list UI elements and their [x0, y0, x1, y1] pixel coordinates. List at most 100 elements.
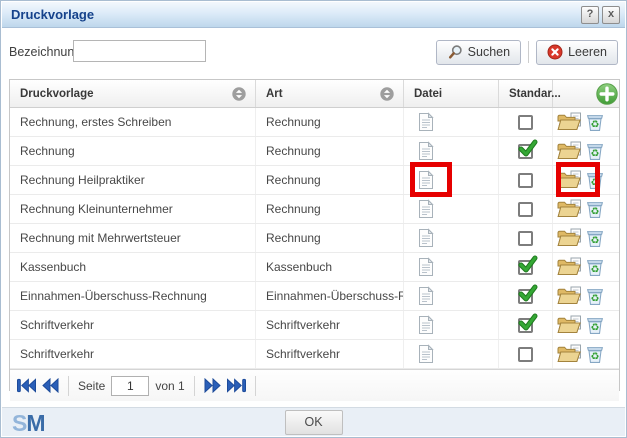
open-folder-icon[interactable] — [556, 344, 582, 364]
file-icon[interactable] — [418, 199, 434, 219]
table-row[interactable]: Rechnung Kleinunternehmer Rechnung — [10, 195, 619, 224]
standard-checkbox[interactable] — [518, 289, 533, 304]
file-icon[interactable] — [418, 257, 434, 277]
cell-art[interactable]: Rechnung — [256, 166, 404, 194]
cell-datei — [404, 282, 499, 310]
cell-druckvorlage[interactable]: Rechnung, erstes Schreiben — [10, 108, 256, 136]
cell-art[interactable]: Rechnung — [256, 108, 404, 136]
cell-art[interactable]: Schriftverkehr — [256, 340, 404, 368]
ok-button[interactable]: OK — [285, 410, 343, 435]
cell-actions: ♻ — [553, 340, 619, 368]
cell-druckvorlage[interactable]: Rechnung Kleinunternehmer — [10, 195, 256, 223]
last-page-icon[interactable] — [227, 378, 246, 393]
template-name: Rechnung Kleinunternehmer — [10, 202, 173, 216]
close-button[interactable]: x — [602, 6, 620, 24]
previous-page-icon[interactable] — [42, 378, 59, 393]
table-row[interactable]: Einnahmen-Überschuss-Rechnung Einnahmen-… — [10, 282, 619, 311]
cell-art[interactable]: Kassenbuch — [256, 253, 404, 281]
standard-checkbox[interactable] — [518, 144, 533, 159]
table-row[interactable]: Rechnung Heilpraktiker Rechnung — [10, 166, 619, 195]
svg-text:♻: ♻ — [591, 294, 600, 305]
cell-druckvorlage[interactable]: Rechnung Heilpraktiker — [10, 166, 256, 194]
cell-druckvorlage[interactable]: Schriftverkehr — [10, 311, 256, 339]
template-art: Rechnung — [256, 144, 321, 158]
cell-actions: ♻ — [553, 224, 619, 252]
table-row[interactable]: Schriftverkehr Schriftverkehr — [10, 311, 619, 340]
file-icon[interactable] — [418, 286, 434, 306]
template-art: Kassenbuch — [256, 260, 332, 274]
delete-icon[interactable]: ♻ — [585, 112, 605, 132]
standard-checkbox[interactable] — [518, 318, 533, 333]
cell-art[interactable]: Einnahmen-Überschuss-Rec... — [256, 282, 404, 310]
grid-header: Druckvorlage Art — [10, 80, 619, 108]
cell-art[interactable]: Schriftverkehr — [256, 311, 404, 339]
cell-art[interactable]: Rechnung — [256, 224, 404, 252]
cell-druckvorlage[interactable]: Rechnung mit Mehrwertsteuer — [10, 224, 256, 252]
delete-icon[interactable]: ♻ — [585, 315, 605, 335]
file-icon[interactable] — [418, 112, 434, 132]
table-row[interactable]: Kassenbuch Kassenbuch — [10, 253, 619, 282]
standard-checkbox[interactable] — [518, 260, 533, 275]
bezeichnung-input[interactable] — [73, 40, 206, 62]
delete-icon[interactable]: ♻ — [585, 228, 605, 248]
cell-druckvorlage[interactable]: Schriftverkehr — [10, 340, 256, 368]
delete-icon[interactable]: ♻ — [585, 344, 605, 364]
delete-icon[interactable]: ♻ — [585, 170, 605, 190]
standard-checkbox[interactable] — [518, 347, 533, 362]
next-page-icon[interactable] — [204, 378, 221, 393]
sort-icon[interactable] — [380, 87, 394, 101]
clear-icon — [547, 44, 563, 60]
delete-icon[interactable]: ♻ — [585, 286, 605, 306]
add-template-icon[interactable] — [596, 83, 618, 105]
delete-icon[interactable]: ♻ — [585, 257, 605, 277]
column-header-art[interactable]: Art — [256, 80, 404, 107]
template-name: Schriftverkehr — [10, 318, 94, 332]
first-page-icon[interactable] — [17, 378, 36, 393]
standard-checkbox[interactable] — [518, 202, 533, 217]
column-header-standard[interactable]: Standar... — [499, 80, 553, 107]
file-icon[interactable] — [418, 315, 434, 335]
cell-standard — [499, 108, 553, 136]
cell-actions: ♻ — [553, 311, 619, 339]
standard-checkbox[interactable] — [518, 115, 533, 130]
table-row[interactable]: Rechnung, erstes Schreiben Rechnung — [10, 108, 619, 137]
open-folder-icon[interactable] — [556, 112, 582, 132]
help-button[interactable]: ? — [581, 6, 599, 24]
delete-icon[interactable]: ♻ — [585, 199, 605, 219]
suchen-button[interactable]: Suchen — [436, 40, 521, 65]
leeren-button[interactable]: Leeren — [536, 40, 618, 65]
page-label: Seite — [78, 379, 105, 393]
cell-druckvorlage[interactable]: Einnahmen-Überschuss-Rechnung — [10, 282, 256, 310]
svg-text:♻: ♻ — [591, 120, 600, 131]
cell-art[interactable]: Rechnung — [256, 137, 404, 165]
open-folder-icon[interactable] — [556, 228, 582, 248]
open-folder-icon[interactable] — [556, 199, 582, 219]
open-folder-icon[interactable] — [556, 286, 582, 306]
cell-druckvorlage[interactable]: Rechnung — [10, 137, 256, 165]
file-icon[interactable] — [418, 141, 434, 161]
open-folder-icon[interactable] — [556, 141, 582, 161]
cell-actions: ♻ — [553, 195, 619, 223]
cell-druckvorlage[interactable]: Kassenbuch — [10, 253, 256, 281]
standard-checkbox[interactable] — [518, 173, 533, 188]
cell-art[interactable]: Rechnung — [256, 195, 404, 223]
checkmark-icon — [518, 255, 538, 280]
cell-datei — [404, 166, 499, 194]
sort-icon[interactable] — [232, 87, 246, 101]
column-header-datei[interactable]: Datei — [404, 80, 499, 107]
file-icon[interactable] — [418, 170, 434, 190]
standard-checkbox[interactable] — [518, 231, 533, 246]
delete-icon[interactable]: ♻ — [585, 141, 605, 161]
titlebar: Druckvorlage ? x — [2, 2, 625, 28]
file-icon[interactable] — [418, 228, 434, 248]
open-folder-icon[interactable] — [556, 315, 582, 335]
open-folder-icon[interactable] — [556, 257, 582, 277]
file-icon[interactable] — [418, 344, 434, 364]
template-name: Einnahmen-Überschuss-Rechnung — [10, 289, 207, 303]
page-number-input[interactable] — [111, 376, 149, 396]
table-row[interactable]: Schriftverkehr Schriftverkehr — [10, 340, 619, 369]
table-row[interactable]: Rechnung mit Mehrwertsteuer Rechnung — [10, 224, 619, 253]
open-folder-icon[interactable] — [556, 170, 582, 190]
table-row[interactable]: Rechnung Rechnung — [10, 137, 619, 166]
column-header-druckvorlage[interactable]: Druckvorlage — [10, 80, 256, 107]
